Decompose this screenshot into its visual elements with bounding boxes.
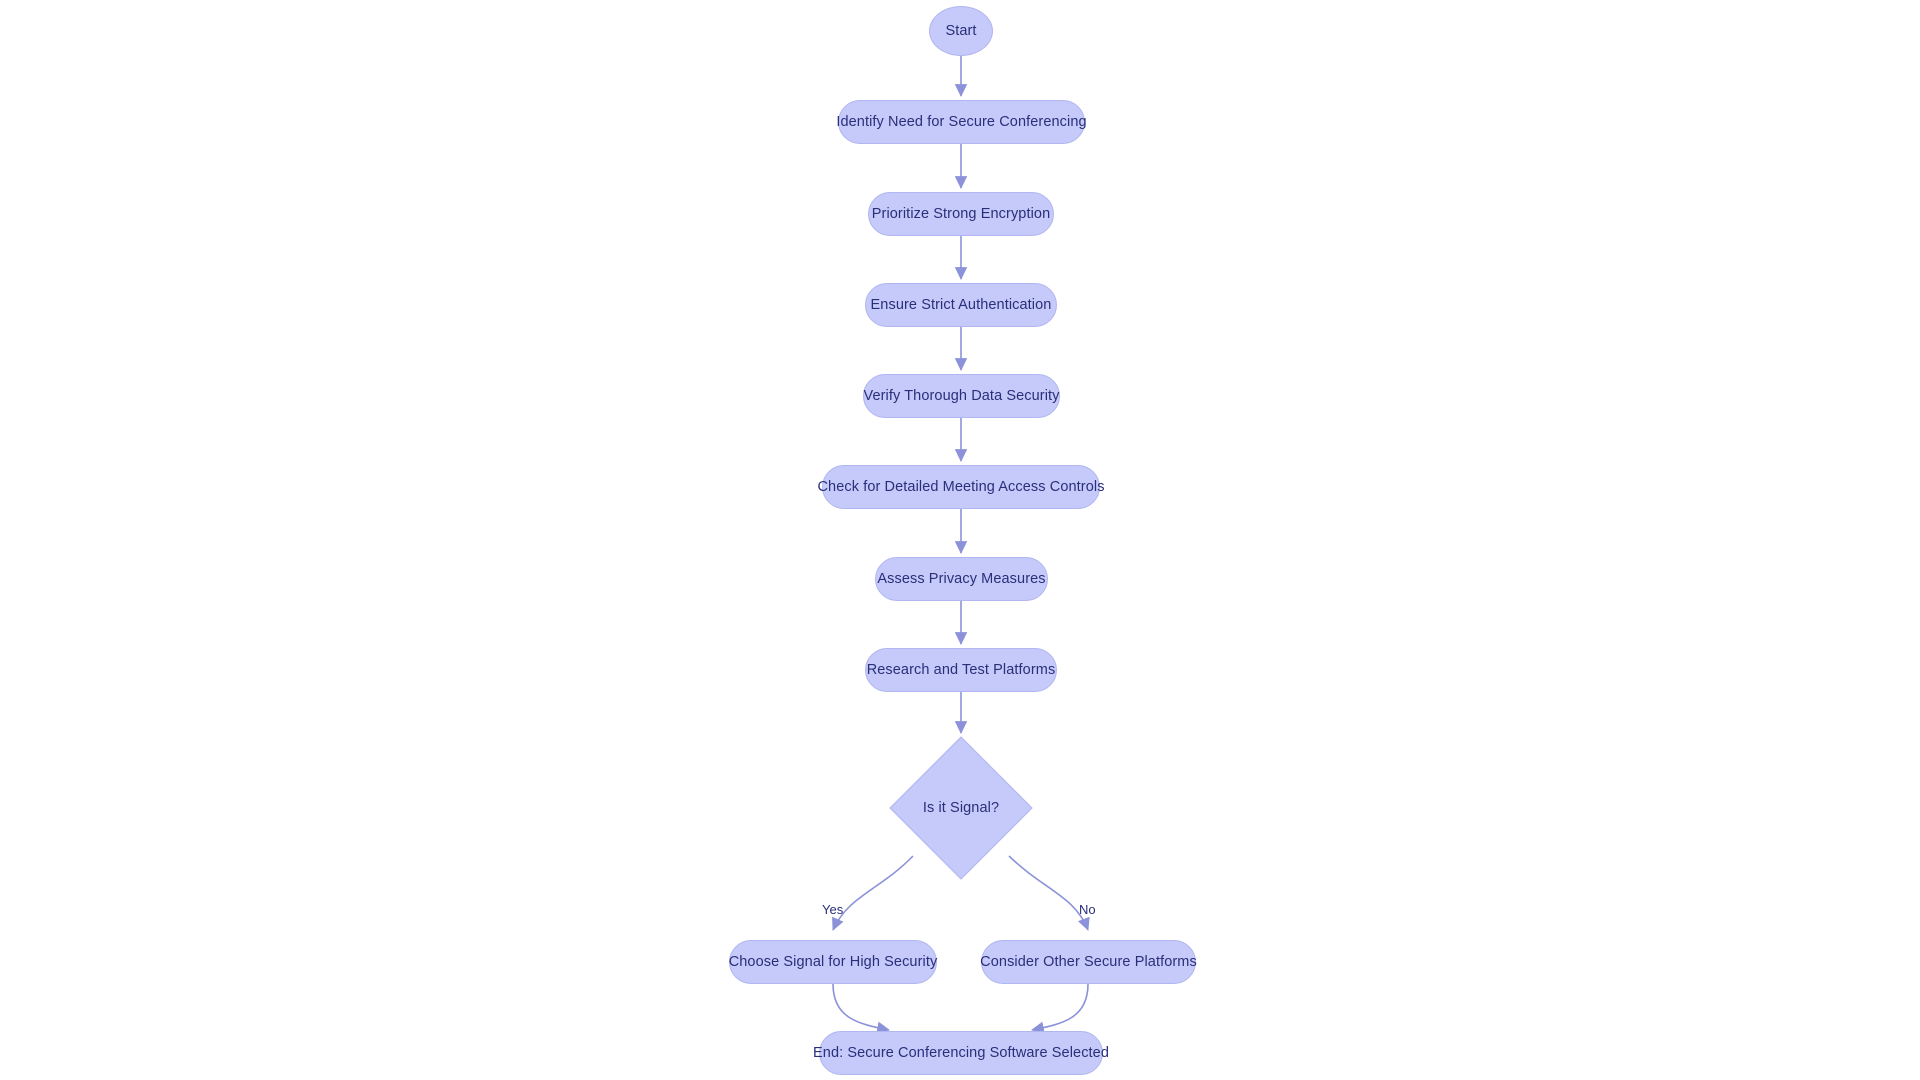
node-choose-signal[interactable]: Choose Signal for High Security <box>729 940 937 984</box>
node-check-access-controls[interactable]: Check for Detailed Meeting Access Contro… <box>817 465 1104 509</box>
node-research-test-platforms-label: Research and Test Platforms <box>866 661 1056 678</box>
node-choose-signal-label: Choose Signal for High Security <box>728 953 938 970</box>
node-ensure-authentication[interactable]: Ensure Strict Authentication <box>865 283 1057 327</box>
edge-other-to-end <box>1031 983 1089 1034</box>
flowchart-canvas: Start Identify Need for Secure Conferenc… <box>0 0 1920 1080</box>
edge-label-no: No <box>1079 902 1096 917</box>
node-check-access-controls-label: Check for Detailed Meeting Access Contro… <box>817 478 1105 495</box>
node-verify-data-security[interactable]: Verify Thorough Data Security <box>863 374 1060 418</box>
node-assess-privacy[interactable]: Assess Privacy Measures <box>875 557 1048 601</box>
edge-choose-to-end <box>832 983 890 1034</box>
edge-label-yes: Yes <box>822 902 844 917</box>
node-identify-need-label: Identify Need for Secure Conferencing <box>836 113 1087 130</box>
node-end-software-selected-label: End: Secure Conferencing Software Select… <box>813 1044 1109 1061</box>
node-verify-data-security-label: Verify Thorough Data Security <box>863 387 1060 404</box>
node-consider-other-platforms[interactable]: Consider Other Secure Platforms <box>980 940 1197 984</box>
node-ensure-authentication-label: Ensure Strict Authentication <box>870 296 1052 313</box>
node-decision-is-signal-label: Is it Signal? <box>922 799 1000 816</box>
edge-layer <box>832 56 1090 1034</box>
node-consider-other-platforms-label: Consider Other Secure Platforms <box>980 953 1197 970</box>
node-prioritize-encryption-label: Prioritize Strong Encryption <box>871 205 1051 222</box>
node-end-software-selected[interactable]: End: Secure Conferencing Software Select… <box>813 1031 1109 1075</box>
node-prioritize-encryption[interactable]: Prioritize Strong Encryption <box>868 192 1054 236</box>
node-decision-is-signal[interactable]: Is it Signal? <box>889 736 1033 880</box>
node-identify-need[interactable]: Identify Need for Secure Conferencing <box>836 100 1087 144</box>
node-start[interactable]: Start <box>929 6 993 56</box>
node-research-test-platforms[interactable]: Research and Test Platforms <box>865 648 1057 692</box>
node-assess-privacy-label: Assess Privacy Measures <box>877 570 1046 587</box>
node-start-label: Start <box>945 22 977 39</box>
